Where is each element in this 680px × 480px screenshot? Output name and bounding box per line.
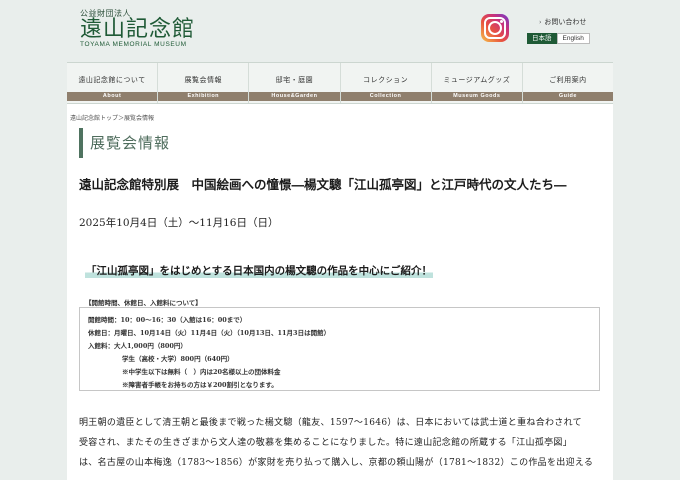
hours-line: 入館料：大人1,000円（800円） bbox=[88, 342, 187, 350]
exhibition-date: 2025年10月4日（土）～11月16日（日） bbox=[79, 217, 279, 229]
instagram-icon[interactable] bbox=[481, 14, 509, 42]
exhibition-title: 遠山記念館特別展 中国絵画への憧憬―楊文驄「江山孤亭図」と江戸時代の文人たち― bbox=[79, 177, 567, 192]
hours-line: ※中学生以下は無料（ ）内は20名様以上の団体料金 bbox=[122, 368, 281, 376]
museum-name: 遠山記念館 bbox=[80, 17, 196, 42]
section-title: 展覧会情報 bbox=[79, 128, 170, 158]
hours-line: 開館時間：10：00～16：30（入館は16：00まで） bbox=[88, 316, 247, 324]
exhibition-highlight: 「江山孤亭図」をはじめとする日本国内の楊文驄の作品を中心にご紹介！ bbox=[85, 263, 433, 278]
hours-line: 学生（高校・大学）800円（640円） bbox=[122, 355, 234, 363]
hours-line: ※障害者手帳をお持ちの方は￥200割引となります。 bbox=[122, 381, 278, 389]
lang-ja-button[interactable]: 日本語 bbox=[527, 33, 557, 44]
nav-house-garden[interactable]: 邸宅・庭園 House&Garden bbox=[248, 63, 340, 103]
paragraph-line: 明王朝の遺臣として清王朝と最後まで戦った楊文驄（龍友、1597～1646）は、日… bbox=[79, 418, 582, 428]
chevron-right-icon: › bbox=[539, 19, 542, 26]
paragraph-line: は、名古屋の山本梅逸（1783～1856）が家財を売り払って購入し、京都の頼山陽… bbox=[79, 458, 594, 468]
nav-exhibition[interactable]: 展覧会情報 Exhibition bbox=[157, 63, 249, 103]
page: 公益財団法人 遠山記念館 TOYAMA MEMORIAL MUSEUM › お問い… bbox=[0, 0, 680, 480]
museum-name-en: TOYAMA MEMORIAL MUSEUM bbox=[80, 41, 187, 48]
nav-about[interactable]: 遠山記念館について About bbox=[67, 63, 158, 103]
language-switcher: 日本語 English bbox=[527, 33, 590, 44]
paragraph-line: 受容され、またその生きざまから文人達の敬慕を集めることになりました。特に遠山記念… bbox=[79, 438, 572, 448]
contact-link[interactable]: › お問い合わせ bbox=[539, 17, 586, 27]
lang-en-button[interactable]: English bbox=[556, 33, 590, 44]
hours-box: 開館時間：10：00～16：30（入館は16：00まで） 休館日：月曜日、10月… bbox=[79, 307, 600, 391]
main-nav: 遠山記念館について About 展覧会情報 Exhibition 邸宅・庭園 Hous… bbox=[67, 62, 614, 104]
site-header: 公益財団法人 遠山記念館 TOYAMA MEMORIAL MUSEUM › お問い… bbox=[0, 0, 680, 62]
nav-guide[interactable]: ご利用案内 Guide bbox=[521, 63, 614, 103]
nav-museum-goods[interactable]: ミュージアムグッズ Museum Goods bbox=[430, 63, 522, 103]
site-logo[interactable]: 公益財団法人 遠山記念館 TOYAMA MEMORIAL MUSEUM bbox=[80, 8, 195, 48]
hours-line: 休館日：月曜日、10月14日（火）11月4日（火）（10月13日、11月3日は開… bbox=[88, 329, 331, 337]
breadcrumb[interactable]: 遠山記念館トップ＞展覧会情報 bbox=[70, 113, 154, 122]
hours-label: 【開館時間、休館日、入館料について】 bbox=[85, 299, 202, 307]
nav-collection[interactable]: コレクション Collection bbox=[339, 63, 431, 103]
